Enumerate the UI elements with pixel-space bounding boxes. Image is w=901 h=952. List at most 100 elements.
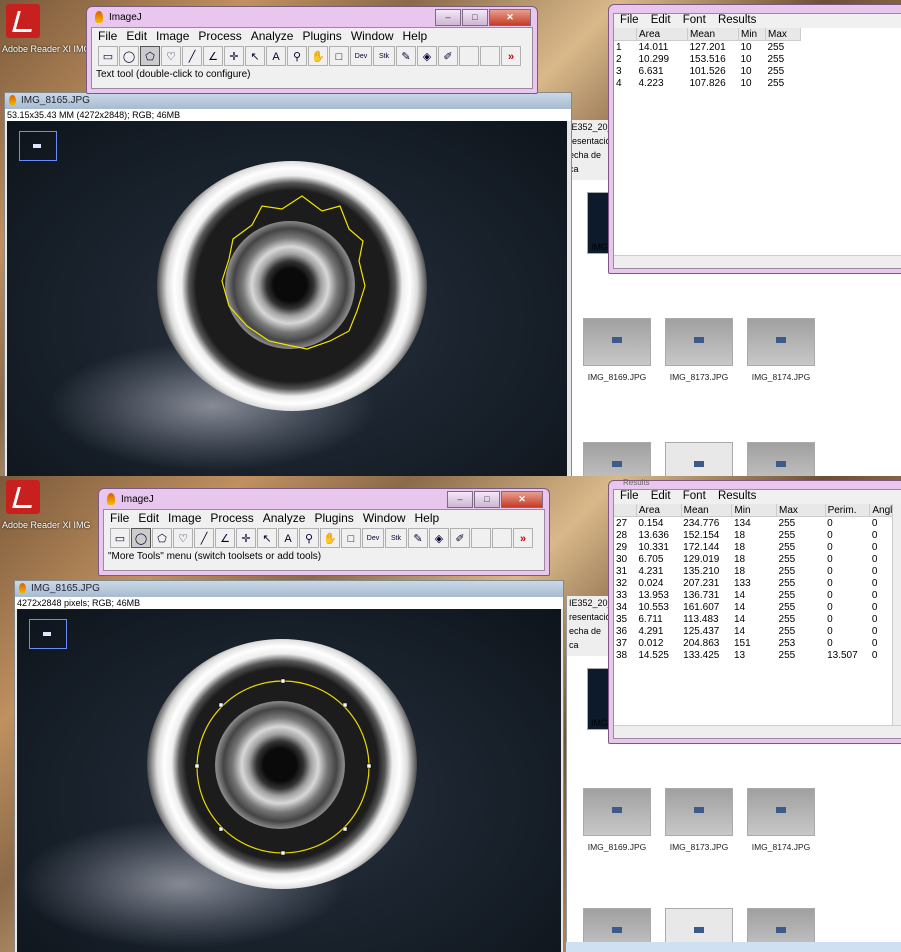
oval-selection[interactable] [17,609,561,952]
hand-tool-icon[interactable]: ✋ [308,46,328,66]
menu-window[interactable]: Window [351,29,394,43]
more-tools-icon[interactable]: » [501,46,521,66]
selection-handle[interactable] [280,850,286,856]
rectangle-tool-icon[interactable]: ▭ [98,46,118,66]
table-row[interactable]: 28 13.636 152.154 18 255 0 0 [614,529,901,541]
table-row[interactable]: 37 0.012 204.863 151 253 0 0 [614,637,901,649]
table-row[interactable]: 2 10.299 153.516 10 255 [614,53,801,65]
thumbnail-item[interactable]: IMG_8173.JPG [663,318,735,382]
image-window-title[interactable]: IMG_8165.JPG [5,93,571,109]
maximize-button[interactable]: □ [462,9,488,26]
menu-process[interactable]: Process [210,511,253,525]
navigator-box[interactable] [19,131,57,161]
column-header[interactable]: Perim. [825,504,871,517]
thumbnail-item[interactable] [745,442,817,476]
brush-tool-icon[interactable]: ✎ [396,46,416,66]
empty-slot[interactable] [492,528,512,548]
freehand-tool-icon[interactable]: ♡ [173,528,193,548]
results-menu-font[interactable]: Font [683,490,706,502]
explorer-strip-item[interactable]: echa de ca [569,624,613,652]
column-header[interactable]: Min [731,504,778,517]
line-tool-icon[interactable]: ╱ [194,528,214,548]
column-header[interactable]: Min [738,28,766,41]
magnifier-tool-icon[interactable]: ⚲ [287,46,307,66]
thumbnail-item[interactable]: IMG_8169.JPG [581,788,653,852]
menu-image[interactable]: Image [168,511,201,525]
stk-menu-icon[interactable]: Stk [373,46,395,66]
table-row[interactable]: 27 0.154 234.776 134 255 0 0 [614,517,901,530]
selection-handle[interactable] [194,763,200,769]
table-row[interactable]: 38 14.525 133.425 13 255 13.507 0 [614,649,901,661]
minimize-button[interactable]: – [447,491,473,508]
pencil-tool-icon[interactable]: ✐ [450,528,470,548]
empty-slot[interactable] [459,46,479,66]
rectangle-tool-icon[interactable]: ▭ [110,528,130,548]
explorer-strip-item[interactable]: resentación [569,610,616,624]
polygon-tool-icon[interactable]: ⬠ [140,46,160,66]
selection-handle[interactable] [342,826,348,832]
stk-menu-icon[interactable]: Stk [385,528,407,548]
column-header[interactable] [614,504,637,517]
table-row[interactable]: 3 6.631 101.526 10 255 [614,65,801,77]
menu-image[interactable]: Image [156,29,189,43]
table-row[interactable]: 29 10.331 172.144 18 255 0 0 [614,541,901,553]
horizontal-scrollbar[interactable] [614,255,901,268]
color-picker-icon[interactable]: □ [341,528,361,548]
menu-help[interactable]: Help [415,511,440,525]
oval-tool-icon[interactable]: ◯ [131,528,151,548]
wand-tool-icon[interactable]: ↖ [257,528,277,548]
menu-help[interactable]: Help [403,29,428,43]
close-button[interactable]: ✕ [501,491,543,508]
table-row[interactable]: 4 4.223 107.826 10 255 [614,77,801,89]
horizontal-scrollbar[interactable] [614,725,901,738]
column-header[interactable]: Area [636,504,682,517]
results-menu-results[interactable]: Results [718,490,756,502]
line-tool-icon[interactable]: ╱ [182,46,202,66]
flood-fill-icon[interactable]: ◈ [417,46,437,66]
selection-handle[interactable] [366,763,372,769]
hand-tool-icon[interactable]: ✋ [320,528,340,548]
menu-edit[interactable]: Edit [126,29,147,43]
freehand-tool-icon[interactable]: ♡ [161,46,181,66]
results-table[interactable]: Area Mean Min Max Perim. Angle 27 0.154 234.776 1… [614,504,901,661]
column-header[interactable]: Area [636,28,688,41]
polygon-selection[interactable] [7,121,567,476]
table-row[interactable]: 32 0.024 207.231 133 255 0 0 [614,577,901,589]
menu-edit[interactable]: Edit [138,511,159,525]
thumbnail-item[interactable]: IMG_8174.JPG [745,318,817,382]
text-tool-icon[interactable]: A [278,528,298,548]
dev-menu-icon[interactable]: Dev [350,46,372,66]
close-button[interactable]: ✕ [489,9,531,26]
navigator-box[interactable] [29,619,67,649]
pencil-tool-icon[interactable]: ✐ [438,46,458,66]
table-row[interactable]: 36 4.291 125.437 14 255 0 0 [614,625,901,637]
explorer-strip-item[interactable]: echa de ca [569,148,613,176]
image-canvas[interactable] [17,609,561,952]
explorer-strip-item[interactable]: IE352_20_ [569,596,613,610]
thumbnail-item[interactable]: IMG_8174.JPG [745,788,817,852]
selection-handle[interactable] [280,678,286,684]
minimize-button[interactable]: – [435,9,461,26]
results-menu-font[interactable]: Font [683,14,706,26]
table-row[interactable]: 34 10.553 161.607 14 255 0 0 [614,601,901,613]
angle-tool-icon[interactable]: ∠ [203,46,223,66]
image-canvas[interactable] [7,121,567,476]
angle-tool-icon[interactable]: ∠ [215,528,235,548]
selection-handle[interactable] [218,826,224,832]
selection-handle[interactable] [218,702,224,708]
table-row[interactable]: 33 13.953 136.731 14 255 0 0 [614,589,901,601]
results-table[interactable]: Area Mean Min Max 1 14.011 127.201 10 255 2 10.299… [614,28,801,89]
magnifier-tool-icon[interactable]: ⚲ [299,528,319,548]
table-row[interactable]: 1 14.011 127.201 10 255 [614,41,801,54]
text-tool-icon[interactable]: A [266,46,286,66]
column-header[interactable]: Mean [687,28,739,41]
empty-slot[interactable] [480,46,500,66]
adobe-reader-icon[interactable] [6,4,40,38]
table-row[interactable]: 31 4.231 135.210 18 255 0 0 [614,565,901,577]
wand-tool-icon[interactable]: ↖ [245,46,265,66]
menu-window[interactable]: Window [363,511,406,525]
thumbnail-item[interactable]: IMG_8173.JPG [663,788,735,852]
point-tool-icon[interactable]: ✛ [224,46,244,66]
polygon-tool-icon[interactable]: ⬠ [152,528,172,548]
more-tools-icon[interactable]: » [513,528,533,548]
